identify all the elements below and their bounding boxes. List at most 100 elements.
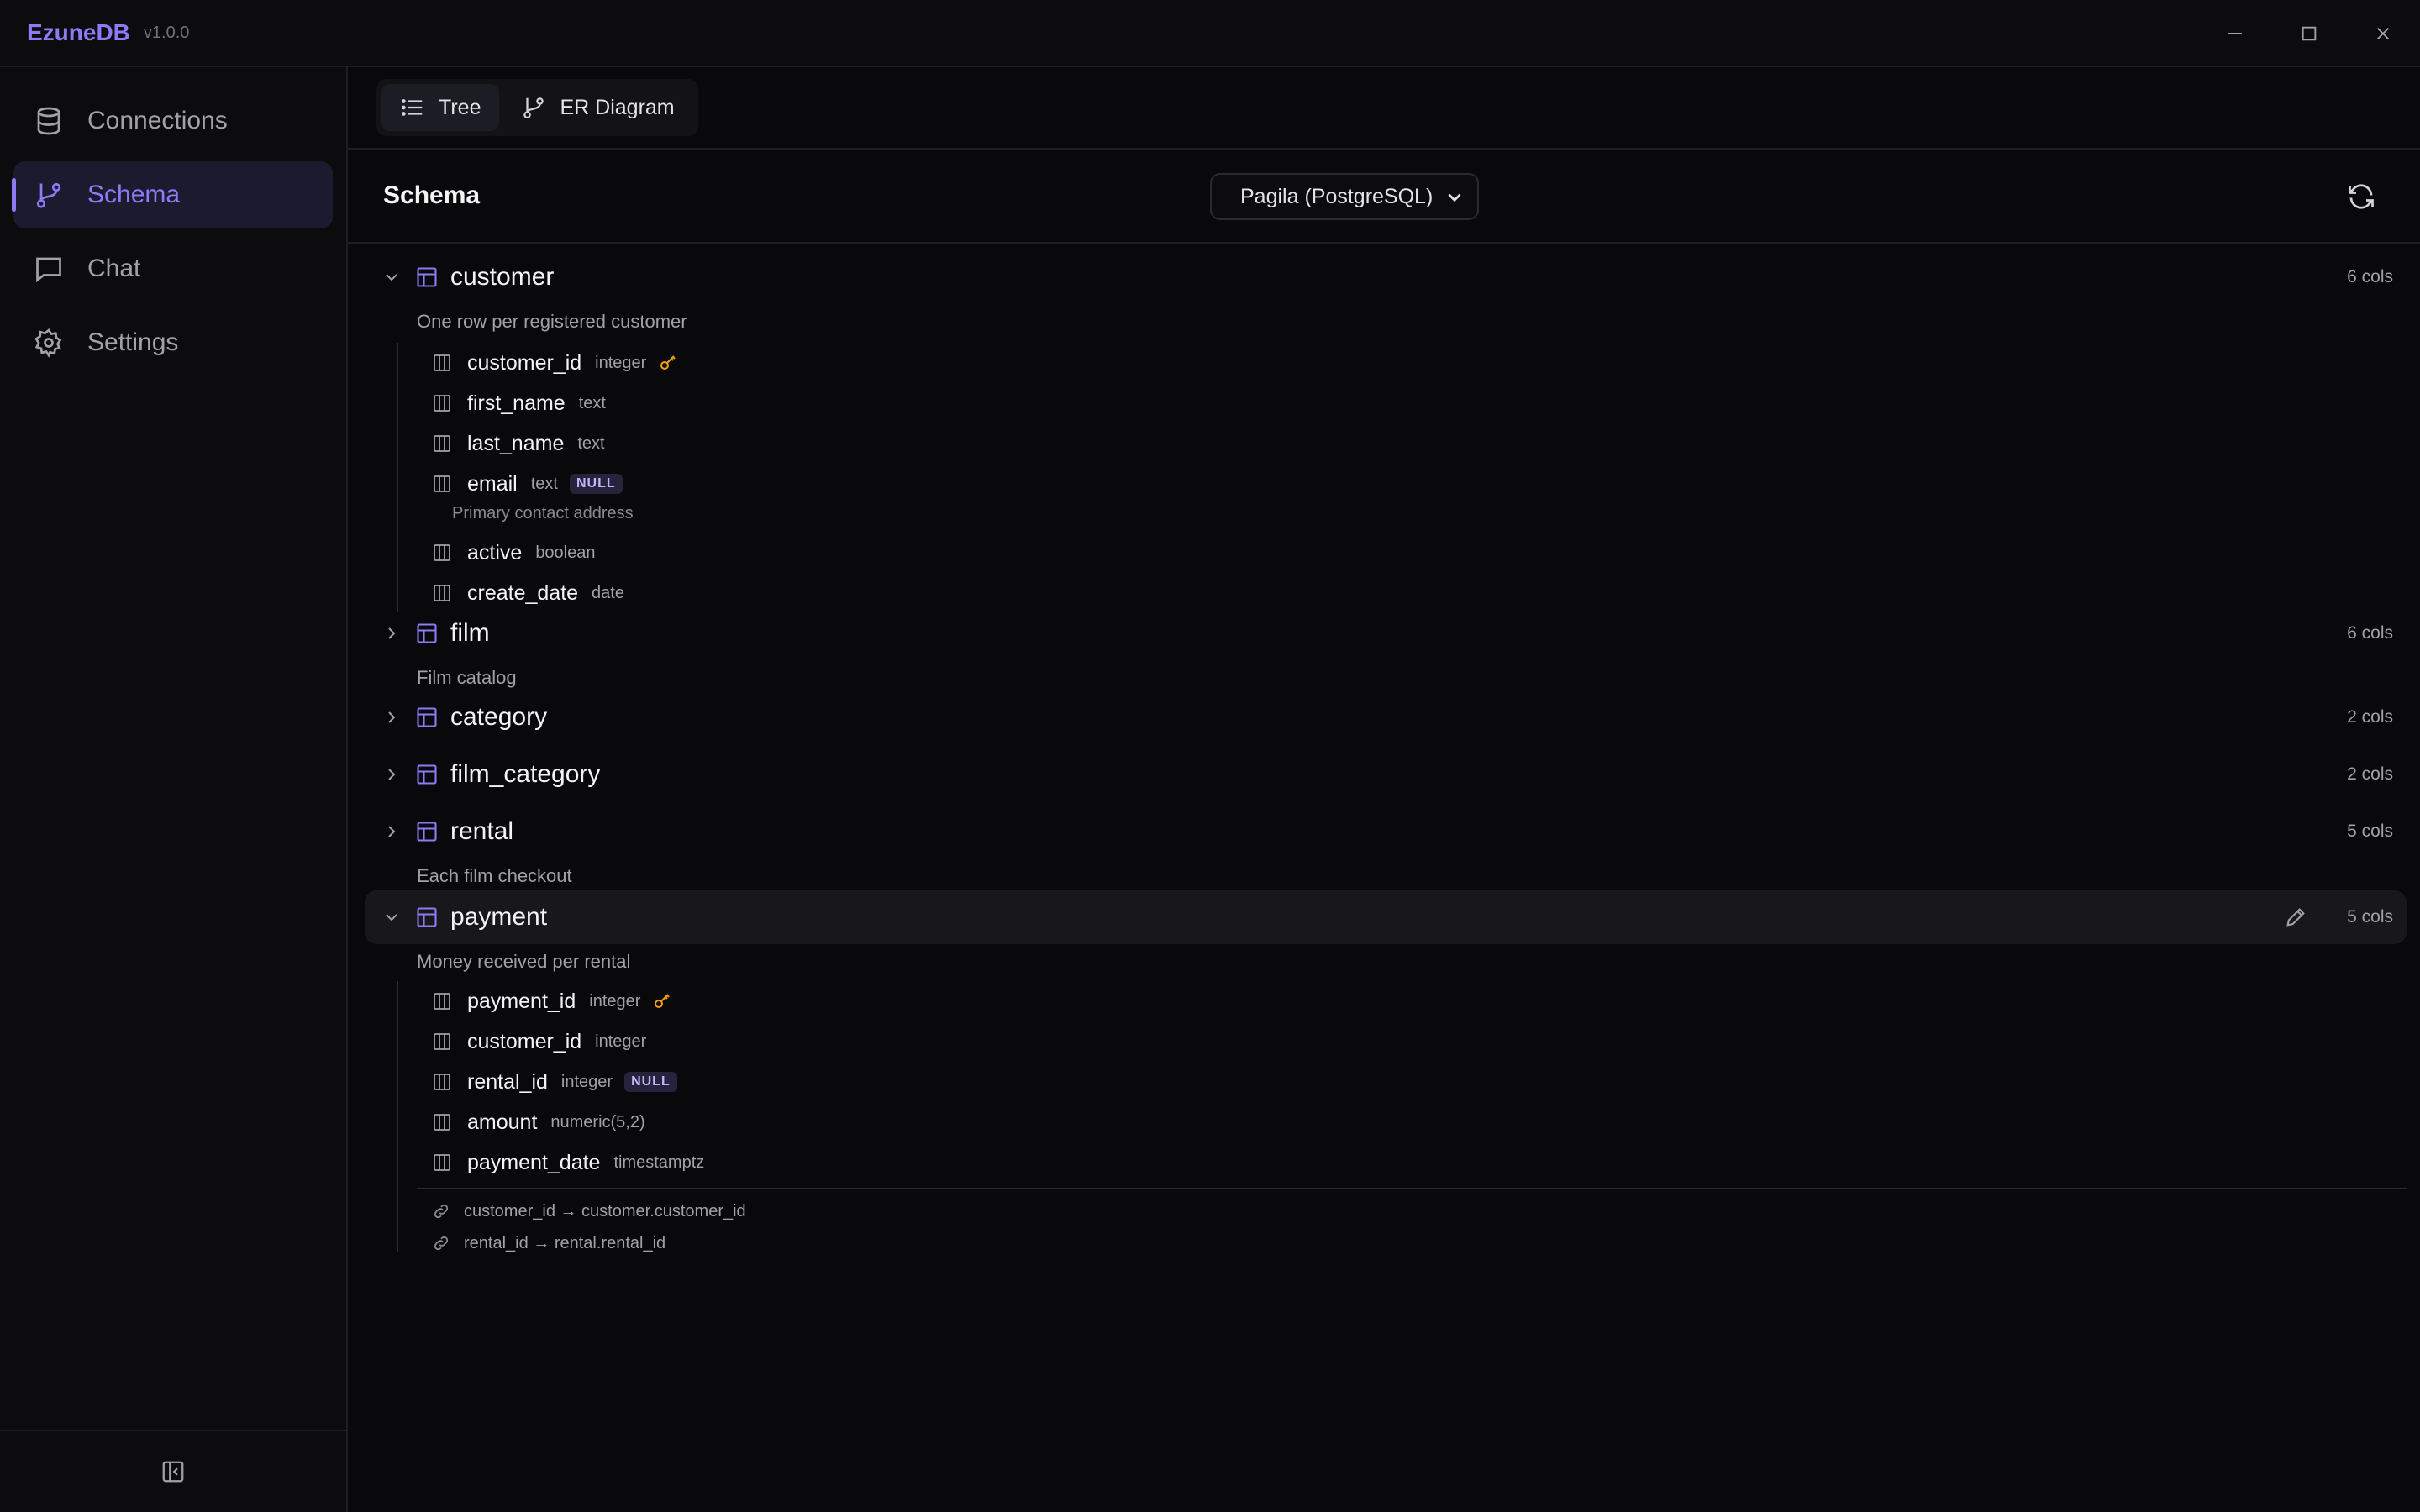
table-name: rental [450, 817, 514, 845]
table-icon [417, 907, 437, 927]
column-row[interactable]: customer_id integer [432, 343, 678, 383]
table-description: Money received per rental [417, 951, 631, 972]
list-icon [402, 99, 423, 116]
column-name: customer_id [467, 350, 582, 375]
tab-er-diagram[interactable]: ER Diagram [502, 84, 692, 131]
chevron-down-icon[interactable] [381, 267, 402, 287]
refresh-icon[interactable] [2346, 181, 2376, 212]
foreign-key-row: customer_id → customer.customer_id [432, 1196, 746, 1226]
link-icon [434, 1204, 449, 1219]
table-row-customer[interactable]: customer 6 cols [365, 250, 2407, 304]
chevron-right-icon[interactable] [381, 707, 402, 727]
column-icon [434, 1114, 450, 1131]
column-row[interactable]: customer_id integer [432, 1021, 658, 1062]
chevron-down-icon [1448, 193, 1461, 202]
foreign-key-row: rental_id → rental.rental_id [432, 1228, 666, 1258]
column-name: last_name [467, 431, 565, 455]
foreign-key-text: rental_id → rental.rental_id [464, 1233, 666, 1252]
column-name: customer_id [467, 1029, 582, 1053]
column-row[interactable]: rental_id integer NULL [432, 1062, 677, 1102]
nullable-badge: NULL [570, 474, 623, 494]
view-toolbar: Tree ER Diagram [348, 67, 2420, 150]
sidebar-item-connections[interactable]: Connections [13, 87, 333, 155]
column-row[interactable]: active boolean [432, 533, 608, 573]
foreign-key-text: customer_id → customer.customer_id [464, 1201, 746, 1221]
close-button[interactable] [2346, 0, 2420, 67]
minimize-button[interactable] [2198, 0, 2272, 67]
table-row-rental[interactable]: rental 5 cols [365, 805, 2407, 858]
column-name: create_date [467, 580, 579, 605]
column-name: first_name [467, 391, 566, 415]
sidebar-nav: Connections Schema Chat Settings [0, 67, 346, 376]
column-type: date [592, 583, 624, 602]
column-row[interactable]: payment_id integer [432, 981, 672, 1021]
tree-guide [397, 343, 398, 612]
collapse-sidebar-button[interactable] [0, 1430, 346, 1512]
app-version: v1.0.0 [143, 23, 190, 42]
nullable-badge: NULL [624, 1072, 677, 1092]
sidebar-item-label: Connections [87, 107, 228, 134]
column-name: email [467, 471, 518, 496]
column-row[interactable]: payment_date timestamptz [432, 1142, 716, 1183]
table-row-film-category[interactable]: film_category 2 cols [365, 748, 2407, 801]
table-row-payment[interactable]: payment 5 cols [365, 890, 2407, 944]
gear-icon [34, 328, 62, 358]
column-type: integer [589, 991, 641, 1011]
title-bar: EzuneDB v1.0.0 [0, 0, 2420, 67]
tree-guide [397, 981, 398, 1252]
column-row[interactable]: first_name text [432, 383, 618, 423]
table-name: payment [450, 903, 548, 931]
database-icon [37, 107, 60, 135]
column-icon [434, 1033, 450, 1050]
sidebar-collapse-icon [162, 1461, 184, 1483]
column-row[interactable]: amount numeric(5,2) [432, 1102, 657, 1142]
chat-icon [36, 257, 61, 283]
chevron-down-icon[interactable] [381, 907, 402, 927]
table-icon [417, 707, 437, 727]
sidebar-item-settings[interactable]: Settings [13, 309, 333, 376]
table-name: film_category [450, 760, 601, 788]
connection-select[interactable]: Pagila (PostgreSQL) [1210, 173, 1479, 220]
column-count: 5 cols [2347, 907, 2393, 927]
sidebar-item-chat[interactable]: Chat [13, 235, 333, 302]
column-type: text [577, 433, 605, 453]
column-type: numeric(5,2) [550, 1112, 645, 1131]
sidebar-item-label: Schema [87, 181, 181, 208]
column-type: timestamptz [613, 1152, 705, 1172]
column-type: integer [595, 1032, 647, 1051]
maximize-button[interactable] [2272, 0, 2346, 67]
table-row-category[interactable]: category 2 cols [365, 690, 2407, 744]
table-description: One row per registered customer [417, 311, 687, 332]
column-count: 6 cols [2347, 267, 2393, 286]
pencil-icon[interactable] [2284, 906, 2307, 929]
chevron-right-icon[interactable] [381, 764, 402, 785]
column-icon [434, 475, 450, 492]
connection-select-value: Pagila (PostgreSQL) [1240, 184, 1434, 208]
app-name: EzuneDB [27, 19, 130, 45]
sidebar-item-schema[interactable]: Schema [12, 161, 333, 228]
column-icon [434, 544, 450, 561]
column-row[interactable]: last_name text [432, 423, 617, 464]
column-name: payment_date [467, 1150, 601, 1174]
main-content: Tree ER Diagram Schema Pagila (PostgreSQ… [348, 67, 2420, 1512]
table-name: customer [450, 263, 555, 291]
git-branch-icon [523, 97, 544, 118]
chevron-right-icon[interactable] [381, 822, 402, 842]
column-icon [434, 435, 450, 452]
table-description: Film catalog [417, 667, 517, 688]
schema-header: Schema Pagila (PostgreSQL) [348, 150, 2420, 244]
maximize-icon [2302, 26, 2317, 41]
table-icon [417, 267, 437, 287]
column-icon [434, 993, 450, 1010]
chevron-right-icon[interactable] [381, 623, 402, 643]
column-icon [434, 354, 450, 371]
column-icon [434, 395, 450, 412]
column-row[interactable]: email text NULL [432, 464, 623, 504]
table-row-film[interactable]: film 6 cols [365, 606, 2407, 660]
column-type: integer [560, 1072, 613, 1091]
sidebar-item-label: Chat [87, 255, 141, 282]
tab-tree[interactable]: Tree [381, 84, 500, 131]
column-name: amount [467, 1110, 538, 1134]
table-description: Each film checkout [417, 865, 572, 886]
column-description: Primary contact address [452, 504, 634, 522]
